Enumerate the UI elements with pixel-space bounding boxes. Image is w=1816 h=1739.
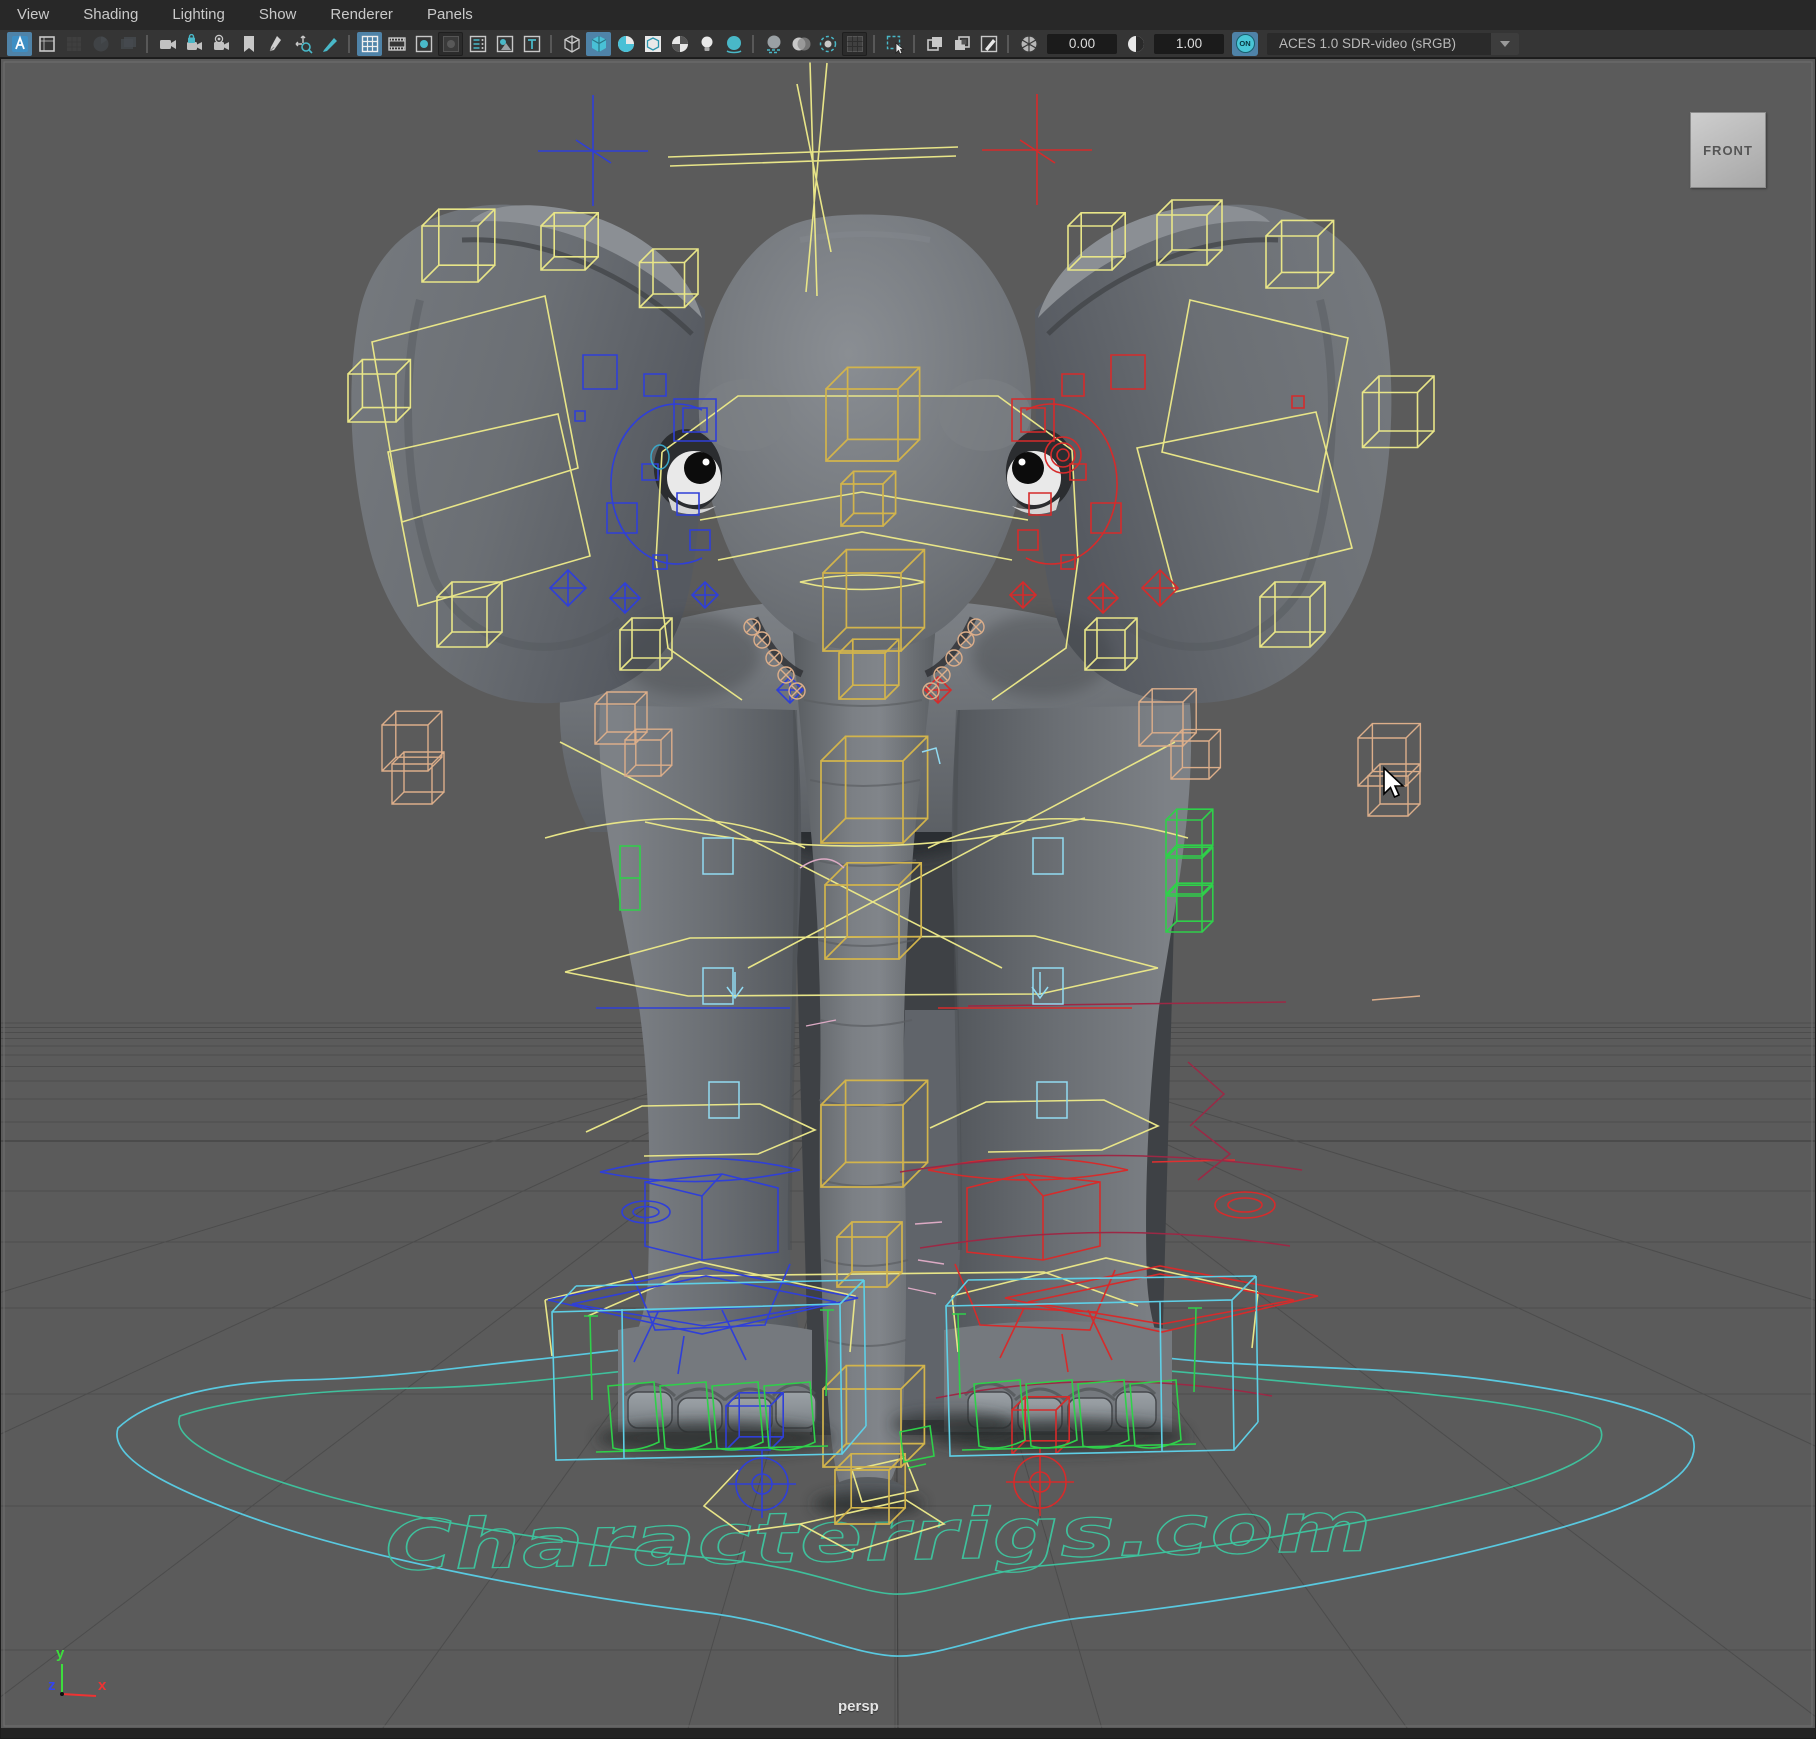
use-all-lights-button[interactable] bbox=[694, 32, 719, 56]
wireframe-shading-button[interactable] bbox=[559, 32, 584, 56]
menu-renderer[interactable]: Renderer bbox=[313, 0, 410, 30]
menu-show[interactable]: Show bbox=[242, 0, 314, 30]
xray-display-button[interactable] bbox=[922, 32, 947, 56]
viewport-bottom-strip bbox=[0, 1728, 1816, 1739]
camera-attributes-button[interactable] bbox=[209, 32, 234, 56]
axis-indicator: y x z bbox=[26, 1642, 136, 1722]
color-management-toggle[interactable]: ON bbox=[1232, 32, 1258, 56]
on-toggle-label: ON bbox=[1236, 34, 1255, 53]
toolbar-separator bbox=[547, 34, 556, 54]
toolbar-separator bbox=[910, 34, 919, 54]
smooth-shading-button[interactable] bbox=[586, 32, 611, 56]
gamma-field[interactable]: 1.00 bbox=[1154, 34, 1224, 54]
grid-options-disabled-button[interactable] bbox=[61, 32, 86, 56]
wireframe-on-shaded-button[interactable] bbox=[640, 32, 665, 56]
pan-zoom-tool-button[interactable] bbox=[290, 32, 315, 56]
resolution-gate-button[interactable] bbox=[411, 32, 436, 56]
pie-options-disabled-button[interactable] bbox=[88, 32, 113, 56]
bookmark-view-button[interactable] bbox=[236, 32, 261, 56]
screen-space-ao-button[interactable] bbox=[761, 32, 786, 56]
gamma-icon-button[interactable] bbox=[1123, 32, 1148, 56]
shadows-display-button[interactable] bbox=[721, 32, 746, 56]
textured-display-button[interactable] bbox=[667, 32, 692, 56]
paint-effects-display-button[interactable] bbox=[976, 32, 1001, 56]
panel-toolbar: 0.00 1.00 ON ACES 1.0 SDR-video (sRGB) bbox=[0, 30, 1816, 58]
multisample-aa-button[interactable] bbox=[842, 32, 867, 56]
exposure-icon-button[interactable] bbox=[1016, 32, 1041, 56]
panel-menubar: View Shading Lighting Show Renderer Pane… bbox=[0, 0, 1816, 31]
viewport-3d[interactable]: Characterrigs.com bbox=[0, 58, 1816, 1739]
image-plane-button[interactable] bbox=[263, 32, 288, 56]
motion-blur-button[interactable] bbox=[788, 32, 813, 56]
film-gate-button[interactable] bbox=[384, 32, 409, 56]
viewport-canvas[interactable]: Characterrigs.com bbox=[0, 58, 1816, 1739]
menu-lighting[interactable]: Lighting bbox=[155, 0, 242, 30]
chevron-down-icon[interactable] bbox=[1491, 33, 1519, 55]
toolbar-separator bbox=[143, 34, 152, 54]
lock-camera-button[interactable] bbox=[182, 32, 207, 56]
grid-display-button[interactable] bbox=[357, 32, 382, 56]
colorspace-dropdown[interactable]: ACES 1.0 SDR-video (sRGB) bbox=[1267, 33, 1519, 55]
xray-joints-button[interactable] bbox=[949, 32, 974, 56]
bounding-box-shading-button[interactable] bbox=[613, 32, 638, 56]
colorspace-label: ACES 1.0 SDR-video (sRGB) bbox=[1267, 36, 1491, 51]
mouse-cursor-icon bbox=[1380, 766, 1410, 802]
axis-y-label: y bbox=[56, 1645, 65, 1662]
safe-action-button[interactable] bbox=[492, 32, 517, 56]
axis-z-label: z bbox=[48, 1677, 56, 1694]
depth-of-field-button[interactable] bbox=[815, 32, 840, 56]
axis-x-label: x bbox=[98, 1677, 107, 1694]
gate-mask-button[interactable] bbox=[438, 32, 463, 56]
toolbar-separator bbox=[345, 34, 354, 54]
select-camera-button[interactable] bbox=[155, 32, 180, 56]
attribute-book-button[interactable] bbox=[7, 32, 32, 56]
toolbar-separator bbox=[749, 34, 758, 54]
toolbar-separator bbox=[1004, 34, 1013, 54]
exposure-field[interactable]: 0.00 bbox=[1047, 34, 1117, 54]
field-chart-button[interactable] bbox=[465, 32, 490, 56]
maya-viewport-window: View Shading Lighting Show Renderer Pane… bbox=[0, 0, 1816, 1739]
camera-name-label: persp bbox=[838, 1698, 879, 1715]
menu-view[interactable]: View bbox=[0, 0, 66, 30]
frame-selection-button[interactable] bbox=[34, 32, 59, 56]
grease-pencil-button[interactable] bbox=[317, 32, 342, 56]
menu-shading[interactable]: Shading bbox=[66, 0, 155, 30]
view-cube-front[interactable]: FRONT bbox=[1690, 112, 1766, 188]
layers-disabled-button[interactable] bbox=[115, 32, 140, 56]
safe-title-button[interactable] bbox=[519, 32, 544, 56]
toolbar-separator bbox=[870, 34, 879, 54]
isolate-select-button[interactable] bbox=[882, 32, 907, 56]
menu-panels[interactable]: Panels bbox=[410, 0, 490, 30]
